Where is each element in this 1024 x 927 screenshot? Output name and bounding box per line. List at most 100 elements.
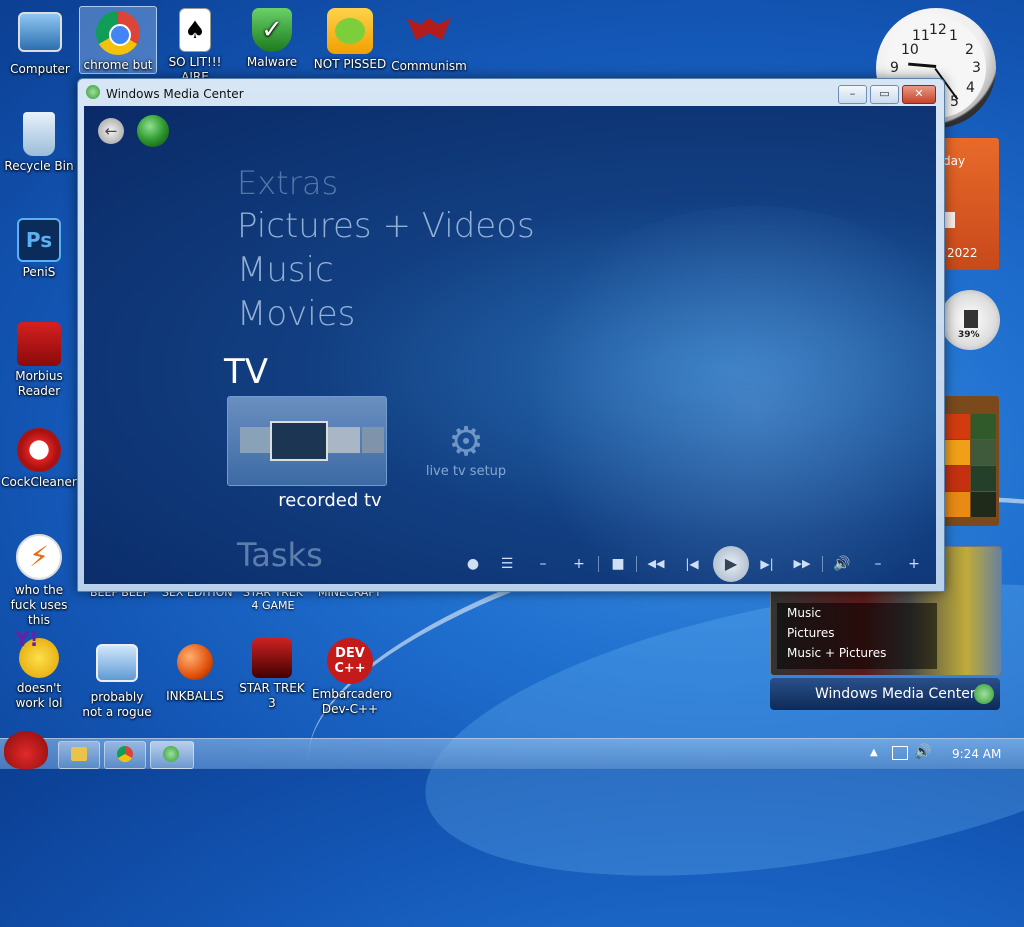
volume-up-button[interactable]: + (899, 546, 929, 582)
calendar-gadget[interactable]: day 2022 (943, 138, 999, 270)
menu-item-pictures-videos[interactable]: Pictures + Videos (237, 206, 535, 246)
desktop-icon-label: Computer (10, 62, 70, 76)
dev-cpp-icon: DEV C++ (327, 638, 373, 684)
desktop-icon-rogue[interactable]: probably not a rogue (79, 638, 155, 720)
gadget-item-pictures[interactable]: Pictures (777, 623, 937, 643)
desktop-icon-label: CockCleaner (1, 475, 77, 489)
inkball-icon (177, 644, 213, 680)
desktop-icon-yahoo[interactable]: Y! doesn't work lol (1, 629, 77, 711)
rewind-button[interactable]: ◀◀ (641, 546, 671, 582)
menu-item-tasks[interactable]: Tasks (237, 536, 323, 574)
close-button[interactable]: ✕ (902, 85, 936, 104)
window-titlebar[interactable]: Windows Media Center – ▭ ✕ (78, 79, 944, 107)
windows-orb-icon (974, 684, 994, 704)
window-title: Windows Media Center (106, 87, 244, 101)
next-button[interactable]: ▶| (752, 546, 782, 582)
desktop-icon-inkballs[interactable]: INKBALLS (157, 638, 233, 704)
picture-puzzle-gadget[interactable] (941, 396, 999, 526)
desktop-icon-lightning[interactable]: ⚡ who the fuck uses this (1, 534, 77, 628)
gadget-item-music-pictures[interactable]: Music + Pictures (777, 643, 937, 663)
desktop-icon-label: who the fuck uses this (10, 583, 68, 627)
live-tv-setup-item[interactable]: ⚙ live tv setup (420, 420, 512, 479)
desktop-icon-solitaire[interactable]: ♠ SO LIT!!! AIRE (157, 8, 233, 85)
show-hidden-icons-arrow[interactable]: ▲ (870, 747, 878, 758)
chrome-icon (96, 11, 140, 55)
angry-bird-start-icon[interactable] (4, 731, 48, 769)
desktop-icon-star-trek-3[interactable]: STAR TREK 3 (234, 638, 310, 711)
record-button[interactable]: ● (458, 546, 488, 582)
recorded-tv-tile[interactable] (227, 396, 387, 486)
recorded-tv-label: recorded tv (278, 490, 382, 511)
pdf-reader-icon (17, 322, 61, 366)
desktop-icon-label: PeniS (22, 265, 56, 279)
gadget-item-music[interactable]: Music (777, 603, 937, 623)
desktop-icon-label: INKBALLS (166, 689, 224, 703)
windows-start-orb-icon[interactable] (137, 115, 169, 147)
desktop-icon-communism[interactable]: Communism (391, 8, 467, 74)
desktop-icon-label: Morbius Reader (15, 369, 63, 398)
desktop-icon-morbius-reader[interactable]: Morbius Reader (1, 322, 77, 399)
previous-button[interactable]: |◀ (677, 546, 707, 582)
calendar-day-label: day (943, 154, 966, 168)
fast-forward-button[interactable]: ▶▶ (787, 546, 817, 582)
bat-emblem-icon (405, 8, 453, 56)
media-center-gadget-launcher[interactable]: Windows Media Center (770, 678, 1000, 710)
desktop-icon-recycle-bin[interactable]: Recycle Bin (1, 112, 77, 174)
recycle-bin-icon (23, 112, 55, 156)
gadget-media-list: Music Pictures Music + Pictures (777, 603, 937, 669)
desktop-icon-label: chrome but (83, 58, 153, 72)
cpu-percent: 39% (958, 330, 980, 340)
menu-item-extras[interactable]: Extras (237, 164, 338, 202)
cpu-meter-gadget[interactable]: 39% (940, 290, 1000, 350)
desktop-icon-label: doesn't work lol (15, 681, 63, 710)
taskbar-explorer-button[interactable] (58, 741, 100, 769)
menu-item-music[interactable]: Music (237, 250, 334, 290)
desktop-icon-dev-cpp[interactable]: DEV C++ Embarcadero Dev-C++ (312, 638, 392, 717)
computer-icon (18, 12, 62, 52)
playing-card-icon: ♠ (179, 8, 211, 52)
desktop-icon-not-pissed[interactable]: NOT PISSED (312, 8, 388, 72)
chip-icon (964, 310, 978, 328)
desktop-icon-photoshop[interactable]: Ps PeniS (1, 218, 77, 280)
gadget-brand-label: Windows Media Center (815, 686, 976, 702)
gear-icon: ⚙ (448, 419, 484, 465)
desktop-icon-label: STAR TREK 3 (239, 681, 305, 710)
media-center-content: ← Extras Pictures + Videos Music Movies … (84, 106, 936, 584)
desktop-icon-label: Recycle Bin (4, 159, 74, 173)
maximize-button[interactable]: ▭ (870, 85, 899, 104)
chrome-icon (117, 746, 133, 762)
desktop-icon-label: Malware (246, 55, 298, 69)
channel-up-button[interactable]: + (564, 546, 594, 582)
folder-icon (71, 747, 87, 761)
desktop-icon-malware[interactable]: ✓ Malware (234, 8, 310, 70)
settings-monitor-icon (96, 644, 138, 682)
desktop-icon-label: probably not a rogue (82, 690, 152, 719)
taskbar-clock[interactable]: 9:24 AM (952, 747, 1001, 761)
taskbar-chrome-button[interactable] (104, 741, 146, 769)
back-arrow-icon[interactable]: ← (98, 118, 124, 144)
mute-button[interactable]: 🔊 (827, 546, 857, 582)
menu-item-tv[interactable]: TV (224, 352, 268, 392)
live-tv-setup-label: live tv setup (425, 464, 507, 479)
desktop-icon-label: Embarcadero Dev-C++ (312, 687, 392, 716)
desktop-icon-chrome[interactable]: chrome but (79, 6, 157, 74)
play-button[interactable]: ▶ (713, 546, 749, 582)
volume-icon[interactable]: 🔊 (914, 744, 931, 760)
menu-item-movies[interactable]: Movies (237, 294, 355, 334)
desktop-icon-computer[interactable]: Computer (2, 8, 78, 77)
yahoo-messenger-icon: Y! (15, 629, 59, 678)
shield-check-icon: ✓ (252, 8, 292, 52)
media-center-icon (86, 85, 100, 99)
channel-down-button[interactable]: – (528, 546, 558, 582)
stop-button[interactable]: ■ (603, 546, 633, 582)
network-icon[interactable] (892, 746, 908, 760)
desktop-icon-label: NOT PISSED (313, 57, 387, 71)
desktop-icon-cockcleaner[interactable]: CockCleaner (1, 428, 77, 490)
lightning-bolt-icon: ⚡ (16, 534, 62, 580)
guide-button[interactable]: ☰ (492, 546, 522, 582)
minimize-button[interactable]: – (838, 85, 867, 104)
media-center-icon (163, 746, 179, 762)
taskbar: ▲ 🔊 9:24 AM (0, 731, 1024, 769)
volume-down-button[interactable]: – (863, 546, 893, 582)
taskbar-media-center-button[interactable] (150, 741, 194, 769)
